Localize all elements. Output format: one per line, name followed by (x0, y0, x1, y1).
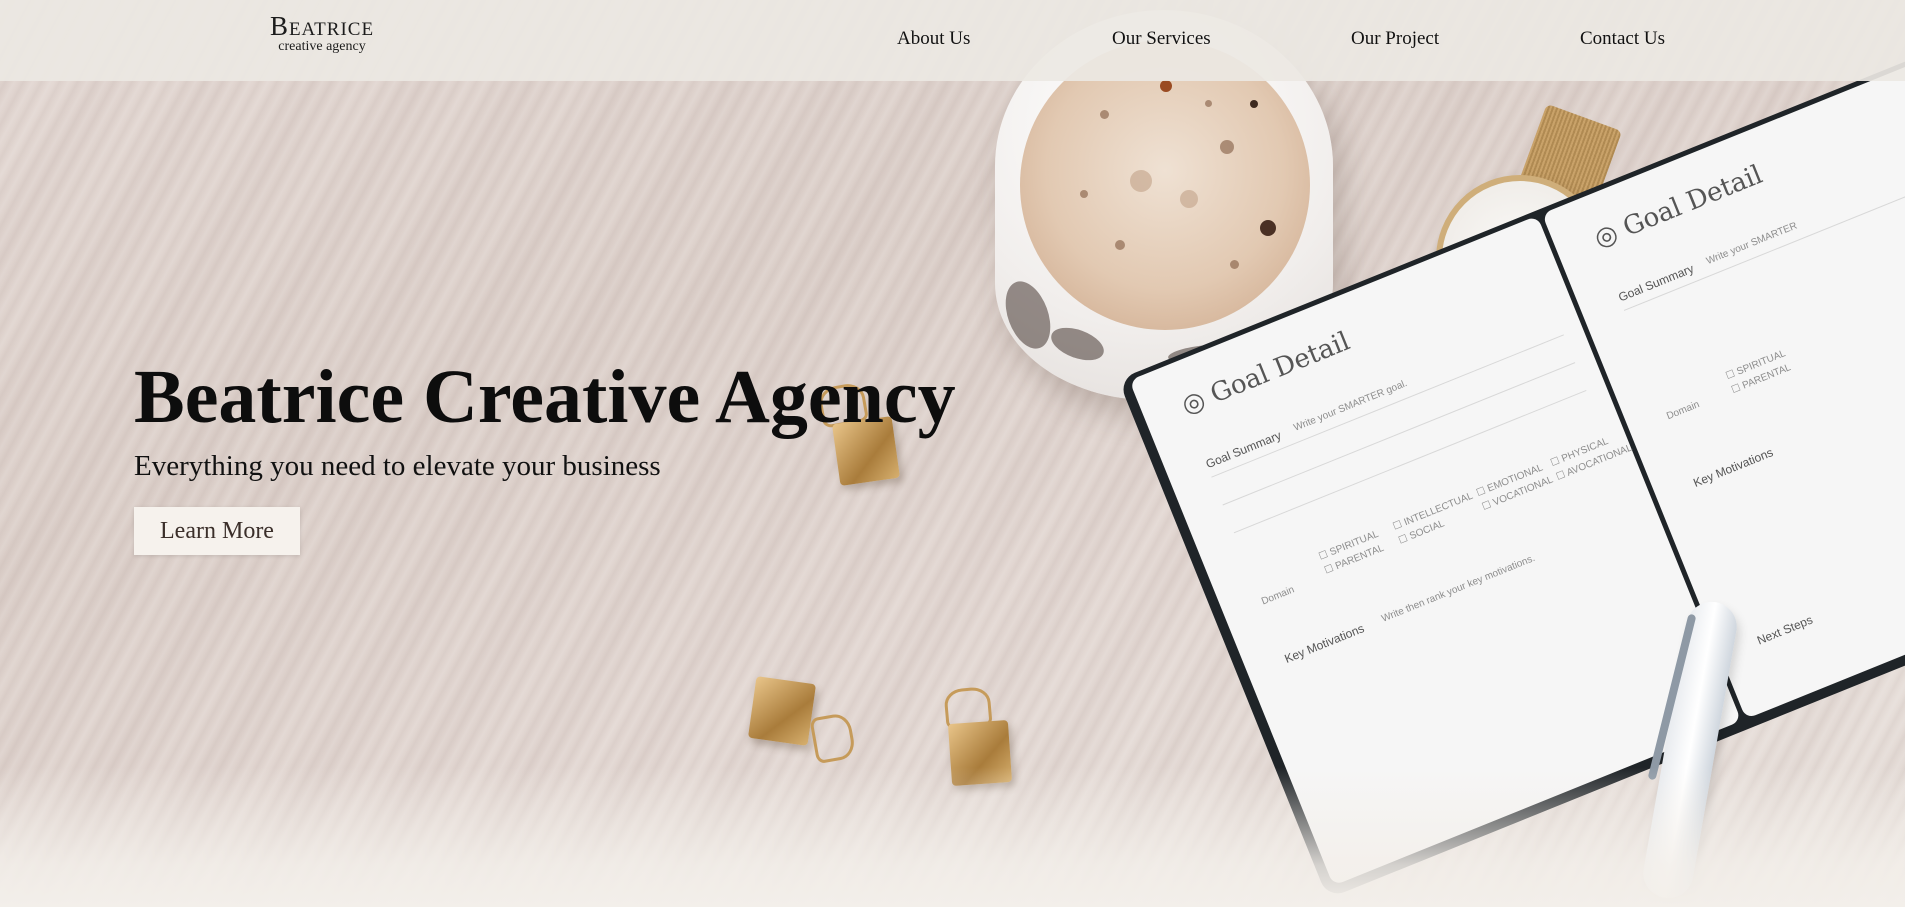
brand-name: Beatrice (269, 11, 375, 41)
nav-about-us[interactable]: About Us (897, 28, 970, 50)
binder-clip-image (747, 676, 817, 746)
notebook-right-motivations-label: Key Motivations (1691, 445, 1776, 490)
notebook-left-motivations-label: Key Motivations (1282, 621, 1367, 666)
nav-contact-us[interactable]: Contact Us (1580, 28, 1665, 50)
notebook-left-motivations-hint: Write then rank your key motivations. (1380, 552, 1537, 625)
notebook-left-domain-label: Domain (1259, 584, 1297, 608)
notebook-right-domain-label: Domain (1665, 399, 1702, 423)
learn-more-button[interactable]: Learn More (134, 507, 300, 555)
notebook-right-steps-label: Next Steps (1754, 612, 1815, 648)
brand-tagline: creative agency (278, 39, 366, 54)
notebook-left-summary-hint: Write your SMARTER goal. (1292, 378, 1409, 434)
nav-our-services[interactable]: Our Services (1112, 28, 1211, 50)
nav-our-project[interactable]: Our Project (1351, 28, 1439, 50)
brand-logo[interactable]: Beatrice creative agency (256, 12, 388, 54)
hero-bottom-fade (0, 767, 1905, 907)
hero-subtitle: Everything you need to elevate your busi… (134, 450, 661, 482)
hero-title: Beatrice Creative Agency (134, 355, 956, 439)
site-header: Beatrice creative agency About Us Our Se… (0, 0, 1905, 81)
